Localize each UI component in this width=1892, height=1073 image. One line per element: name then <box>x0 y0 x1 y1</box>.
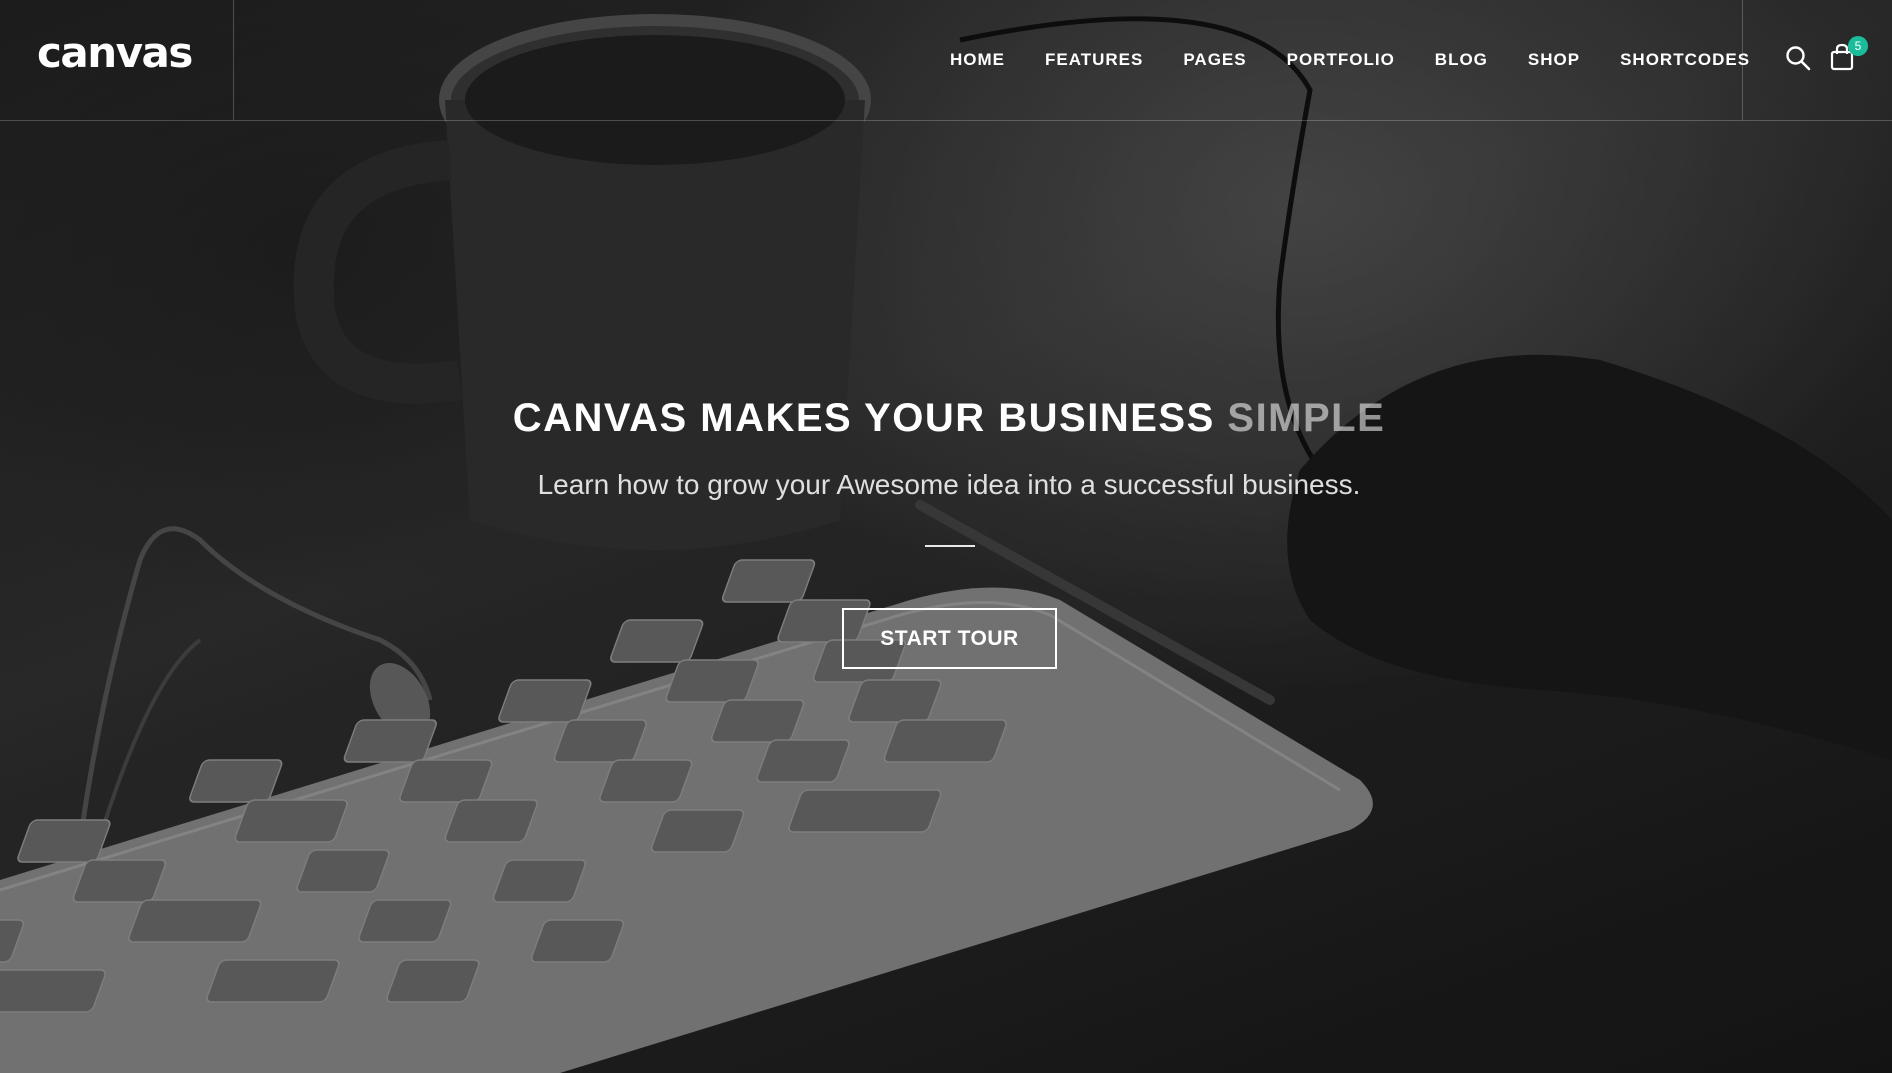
hero-background <box>0 0 1892 1073</box>
brand-logo[interactable]: canvas <box>37 28 193 77</box>
nav-item-features[interactable]: FEATURES <box>1045 50 1143 70</box>
nav-item-pages[interactable]: PAGES <box>1183 50 1246 70</box>
logo-container: canvas <box>0 0 234 120</box>
hero-headline: CANVAS MAKES YOUR BUSINESS SIMPLE <box>0 396 1892 441</box>
site-header: canvas HOME FEATURES PAGES PORTFOLIO BLO… <box>0 0 1892 121</box>
nav-item-blog[interactable]: BLOG <box>1435 50 1488 70</box>
cart-count-badge: 5 <box>1848 36 1868 56</box>
start-tour-button[interactable]: START TOUR <box>842 608 1057 669</box>
hero-headline-accent: SIMPLE <box>1227 396 1386 440</box>
nav-item-shop[interactable]: SHOP <box>1528 50 1580 70</box>
search-icon[interactable] <box>1785 45 1811 71</box>
main-nav: HOME FEATURES PAGES PORTFOLIO BLOG SHOP … <box>930 0 1770 120</box>
hero-divider <box>925 545 975 547</box>
header-tools: 5 <box>1742 0 1892 120</box>
nav-item-shortcodes[interactable]: SHORTCODES <box>1620 50 1750 70</box>
nav-item-portfolio[interactable]: PORTFOLIO <box>1287 50 1395 70</box>
hero-headline-main: CANVAS MAKES YOUR BUSINESS <box>512 396 1228 440</box>
hero-subline: Learn how to grow your Awesome idea into… <box>537 469 1361 500</box>
desk-photo-illustration <box>0 0 1892 1073</box>
nav-item-home[interactable]: HOME <box>950 50 1005 70</box>
